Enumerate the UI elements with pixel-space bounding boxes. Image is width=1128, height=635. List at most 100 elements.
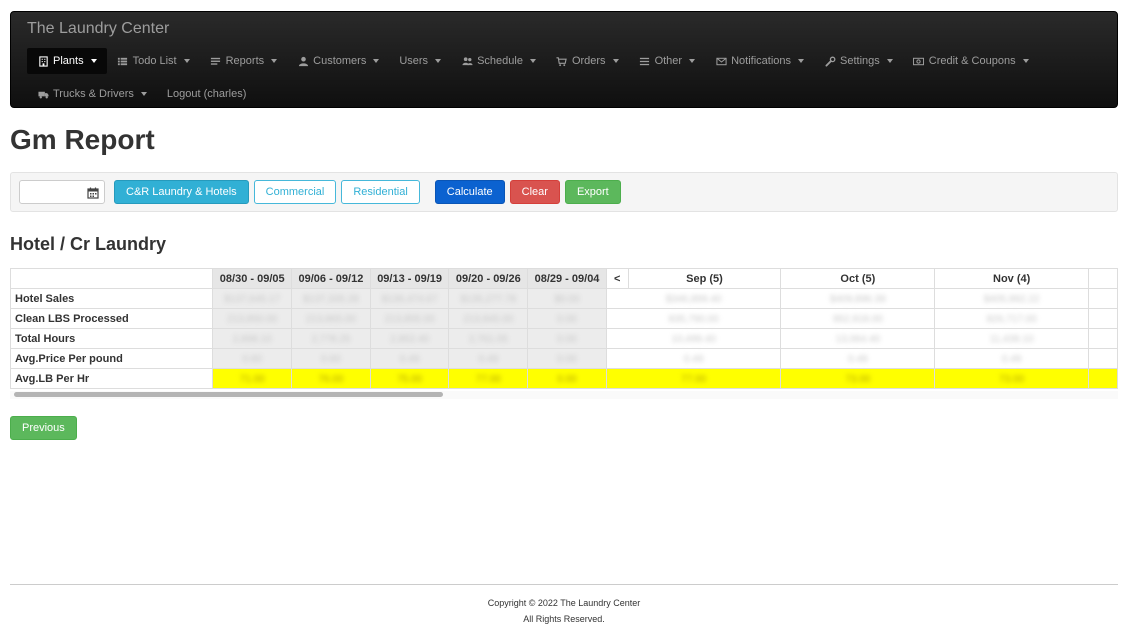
month-header: Nov (4) (934, 268, 1090, 289)
table-row: Avg.Price Per pound 0.60 0.60 0.49 0.49 0.00 0… (10, 348, 1118, 369)
table-header-row: 08/30 - 09/05 09/06 - 09/12 09/13 - 09/19 0… (10, 268, 1118, 289)
cell-value: 835,790.00 (668, 313, 719, 325)
week-cell: 213,865.00 (291, 308, 371, 329)
empty-header-cell (10, 268, 214, 289)
week-cell: 213,855.00 (369, 308, 450, 329)
nav-item-logout-charles[interactable]: Logout (charles) (157, 81, 257, 107)
nav-item-credit-coupons[interactable]: Credit & Coupons (903, 48, 1039, 74)
cell-value: 0.49 (1001, 353, 1022, 365)
calendar-icon[interactable] (87, 186, 99, 199)
nav-item-trucks-drivers[interactable]: Trucks & Drivers (27, 81, 157, 107)
calculate-button[interactable]: Calculate (434, 180, 505, 204)
cell-value: 0.60 (242, 353, 262, 365)
nav-row-1: Plants Todo List Reports Customers Users Sche… (27, 48, 1039, 74)
month-cell: 10,499.40 (605, 328, 782, 349)
month-cell: 0.49 (934, 348, 1090, 369)
cell-value: $346,899.40 (665, 293, 722, 305)
caret-down-icon (798, 59, 804, 63)
cell-value: 75.00 (397, 373, 423, 385)
nav-item-todo-list[interactable]: Todo List (107, 48, 200, 74)
building-icon (37, 55, 49, 67)
cell-value: $0.00 (554, 293, 580, 305)
report-table: 08/30 - 09/05 09/06 - 09/12 09/13 - 09/19 0… (10, 268, 1118, 389)
cell-value: 73.00 (999, 373, 1025, 385)
overflow-cell (1088, 308, 1118, 329)
cell-value: 213,845.00 (463, 313, 514, 325)
cell-value: 213,855.00 (384, 313, 435, 325)
nav-item-customers[interactable]: Customers (287, 48, 389, 74)
report-toolbar: C&R Laundry & Hotels Commercial Resident… (10, 172, 1118, 212)
overflow-cell (1088, 368, 1118, 389)
overflow-cell (1088, 348, 1118, 369)
caret-down-icon (373, 59, 380, 63)
overflow-cell (1088, 288, 1118, 309)
nav-item-label: Notifications (731, 55, 791, 67)
nav-item-other[interactable]: Other (629, 48, 706, 74)
week-cell: 75.00 (369, 368, 450, 389)
cell-value: 73.00 (845, 373, 871, 385)
cell-value: 0.60 (321, 353, 341, 365)
week-header: 09/20 - 09/26 (448, 268, 529, 289)
cell-value: 2,761.05 (468, 333, 508, 345)
nav-item-label: Trucks & Drivers (53, 88, 134, 100)
nav-item-orders[interactable]: Orders (546, 48, 629, 74)
previous-button[interactable]: Previous (10, 416, 77, 440)
week-cell: 77.00 (448, 368, 529, 389)
nav-item-label: Settings (840, 55, 880, 67)
cell-value: 76.00 (318, 373, 344, 385)
nav-item-schedule[interactable]: Schedule (451, 48, 546, 74)
cell-value: 13,064.40 (835, 333, 881, 345)
footer-rights: All Rights Reserved. (523, 614, 605, 624)
week-cell: 0.00 (527, 328, 607, 349)
export-button[interactable]: Export (564, 180, 621, 204)
footer-copyright: Copyright © 2022 The Laundry Center (487, 598, 641, 608)
cell-value: 77.00 (475, 373, 501, 385)
truck-icon (37, 89, 49, 100)
cell-value: 2,898.10 (232, 333, 272, 345)
nav-item-notifications[interactable]: Notifications (705, 48, 814, 74)
caret-down-icon (1022, 59, 1029, 63)
cell-value: 0.00 (557, 313, 577, 325)
nav-item-plants[interactable]: Plants (27, 48, 107, 74)
row-label: Avg.LB Per Hr (10, 368, 214, 389)
report-table-scroll[interactable]: 08/30 - 09/05 09/06 - 09/12 09/13 - 09/19 0… (10, 268, 1118, 400)
cell-value: 0.49 (683, 353, 704, 365)
cell-value: 0.49 (399, 353, 420, 365)
cell-value: 77.00 (681, 373, 707, 385)
week-cell: $137,645.17 (212, 288, 293, 309)
nav-item-settings[interactable]: Settings (814, 48, 903, 74)
date-picker-input[interactable] (19, 180, 105, 204)
caret-down-icon (140, 92, 147, 96)
horizontal-scrollbar[interactable] (10, 391, 1118, 399)
nav-item-users[interactable]: Users (389, 48, 451, 74)
residential-button[interactable]: Residential (341, 180, 420, 204)
top-navbar: The Laundry Center Plants Todo List Report… (10, 11, 1118, 108)
nav-item-reports[interactable]: Reports (200, 48, 288, 74)
week-cell: 0.00 (527, 368, 607, 389)
nav-item-label: Users (399, 55, 429, 67)
commercial-button[interactable]: Commercial (253, 180, 337, 204)
cr-laundry-hotels-button[interactable]: C&R Laundry & Hotels (114, 180, 249, 204)
caret-down-icon (435, 59, 442, 63)
month-cell: 77.00 (605, 368, 782, 389)
week-cell: 2,898.10 (212, 328, 293, 349)
cell-value: 213,865.00 (305, 313, 356, 325)
week-cell: 0.60 (212, 348, 293, 369)
list-icon (117, 56, 129, 67)
scrollbar-thumb[interactable] (14, 392, 443, 397)
month-cell: $405,992.22 (934, 288, 1090, 309)
month-cell: 73.00 (934, 368, 1090, 389)
cell-value: $405,992.22 (983, 293, 1040, 305)
month-header: Oct (5) (780, 268, 936, 289)
week-cell: 213,845.00 (448, 308, 529, 329)
clear-button[interactable]: Clear (509, 180, 560, 204)
brand-title[interactable]: The Laundry Center (27, 20, 169, 38)
nav-item-label: Logout (charles) (166, 88, 247, 100)
caret-down-icon (886, 59, 893, 63)
collapse-arrow-icon[interactable]: < (605, 268, 629, 289)
month-cell: 952,918.00 (780, 308, 936, 329)
table-row: Avg.LB Per Hr 71.00 76.00 75.00 77.00 0.00 77.… (10, 368, 1118, 389)
week-header: 09/13 - 09/19 (369, 268, 450, 289)
caret-down-icon (183, 59, 190, 63)
cell-value: 2,778.25 (311, 333, 351, 345)
